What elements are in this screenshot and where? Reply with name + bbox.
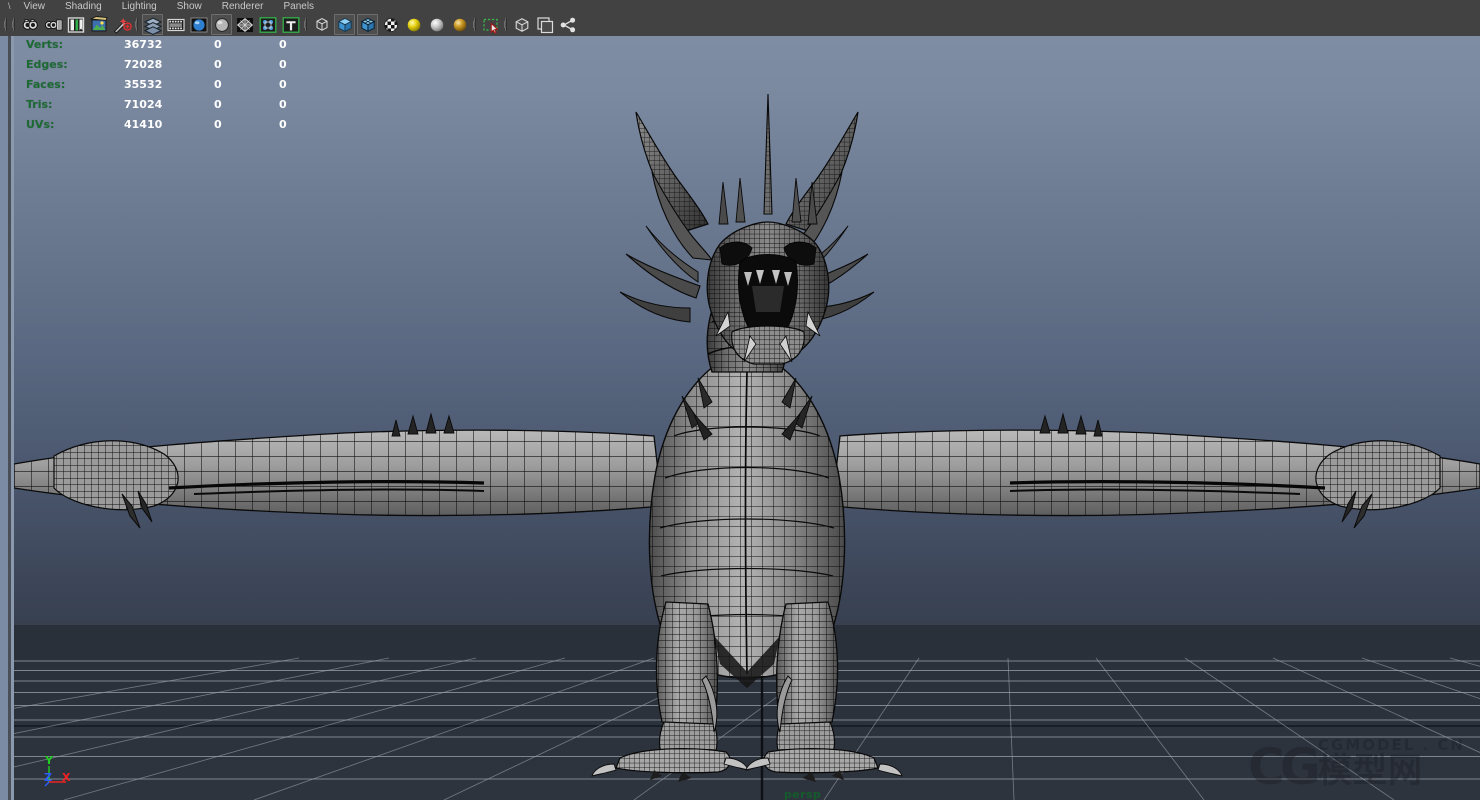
hud-label-verts: Verts: bbox=[26, 38, 64, 51]
hud-value-faces-selected: 0 bbox=[214, 78, 222, 91]
viewport-icon-toolbar bbox=[0, 13, 1480, 36]
camera-attributes-icon[interactable] bbox=[42, 14, 63, 35]
exposure-icon[interactable] bbox=[234, 14, 255, 35]
toolbar-separator[interactable] bbox=[503, 16, 509, 33]
hud-label-faces: Faces: bbox=[26, 78, 66, 91]
marquee-select-icon[interactable] bbox=[480, 14, 501, 35]
node-graph-icon[interactable] bbox=[557, 14, 578, 35]
hud-label-edges: Edges: bbox=[26, 58, 68, 71]
hud-value-verts-other: 0 bbox=[279, 38, 287, 51]
hud-label-tris: Tris: bbox=[26, 98, 53, 111]
gate-mask-icon[interactable] bbox=[211, 14, 232, 35]
hud-value-uvs-total: 41410 bbox=[124, 118, 163, 131]
light-gold-icon[interactable] bbox=[449, 14, 470, 35]
toolbar-separator[interactable] bbox=[472, 16, 478, 33]
panel-gutter-outer bbox=[0, 36, 8, 800]
hud-value-uvs-other: 0 bbox=[279, 118, 287, 131]
dragon-model-wireframe bbox=[14, 93, 1480, 782]
toolbar-separator[interactable] bbox=[303, 16, 309, 33]
grid-toggle-icon[interactable] bbox=[257, 14, 278, 35]
maya-application-window: \ View Shading Lighting Show Renderer Pa… bbox=[0, 0, 1480, 800]
multi-panel-icon[interactable] bbox=[534, 14, 555, 35]
menu-item-lighting[interactable]: Lighting bbox=[112, 0, 167, 13]
panel-menu-corner-icon[interactable]: \ bbox=[4, 0, 14, 13]
menu-item-show[interactable]: Show bbox=[167, 0, 212, 13]
toolbar-separator[interactable] bbox=[134, 16, 140, 33]
image-plane-icon[interactable] bbox=[88, 14, 109, 35]
texture-toggle-icon[interactable] bbox=[380, 14, 401, 35]
axis-label-z: Z bbox=[44, 771, 52, 784]
head bbox=[619, 93, 875, 365]
xray-shading-icon[interactable] bbox=[142, 14, 163, 35]
hud-value-verts-total: 36732 bbox=[124, 38, 163, 51]
camera-name-label: persp bbox=[784, 788, 822, 800]
smooth-shade-all-icon[interactable] bbox=[334, 14, 355, 35]
axis-label-y: Y bbox=[44, 754, 54, 767]
menu-item-shading[interactable]: Shading bbox=[55, 0, 112, 13]
resolution-gate-icon[interactable] bbox=[188, 14, 209, 35]
hud-value-faces-other: 0 bbox=[279, 78, 287, 91]
film-gate-icon[interactable] bbox=[165, 14, 186, 35]
select-camera-icon[interactable] bbox=[19, 14, 40, 35]
menu-item-view[interactable]: View bbox=[14, 0, 56, 13]
hud-value-faces-total: 35532 bbox=[124, 78, 163, 91]
shaded-wireframe-icon[interactable] bbox=[357, 14, 378, 35]
light-white-icon[interactable] bbox=[426, 14, 447, 35]
wireframe-icon[interactable] bbox=[311, 14, 332, 35]
hud-value-verts-selected: 0 bbox=[214, 38, 222, 51]
viewport-menu-bar: \ View Shading Lighting Show Renderer Pa… bbox=[0, 0, 1480, 13]
axis-orientation-gizmo: Y Z X bbox=[44, 754, 71, 787]
light-yellow-icon[interactable] bbox=[403, 14, 424, 35]
left-wing-arm bbox=[14, 412, 663, 529]
hud-value-tris-total: 71024 bbox=[124, 98, 163, 111]
isolate-select-icon[interactable] bbox=[511, 14, 532, 35]
hud-value-tris-other: 0 bbox=[279, 98, 287, 111]
right-wing-arm bbox=[831, 412, 1480, 529]
hud-value-edges-other: 0 bbox=[279, 58, 287, 71]
menu-item-panels[interactable]: Panels bbox=[273, 0, 324, 13]
toolbar-separator[interactable] bbox=[11, 16, 17, 33]
bookmark-icon[interactable] bbox=[65, 14, 86, 35]
hud-label-uvs: UVs: bbox=[26, 118, 55, 131]
toolbar-separator[interactable] bbox=[3, 16, 9, 33]
film-origin-icon[interactable] bbox=[280, 14, 301, 35]
axis-label-x: X bbox=[62, 771, 71, 784]
hud-value-tris-selected: 0 bbox=[214, 98, 222, 111]
menu-item-renderer[interactable]: Renderer bbox=[212, 0, 274, 13]
hud-value-edges-selected: 0 bbox=[214, 58, 222, 71]
two-sided-lighting-icon[interactable] bbox=[111, 14, 132, 35]
hud-value-uvs-selected: 0 bbox=[214, 118, 222, 131]
perspective-viewport[interactable]: Verts: 36732 0 0 Edges: 72028 0 0 Faces:… bbox=[14, 36, 1480, 800]
hud-value-edges-total: 72028 bbox=[124, 58, 163, 71]
